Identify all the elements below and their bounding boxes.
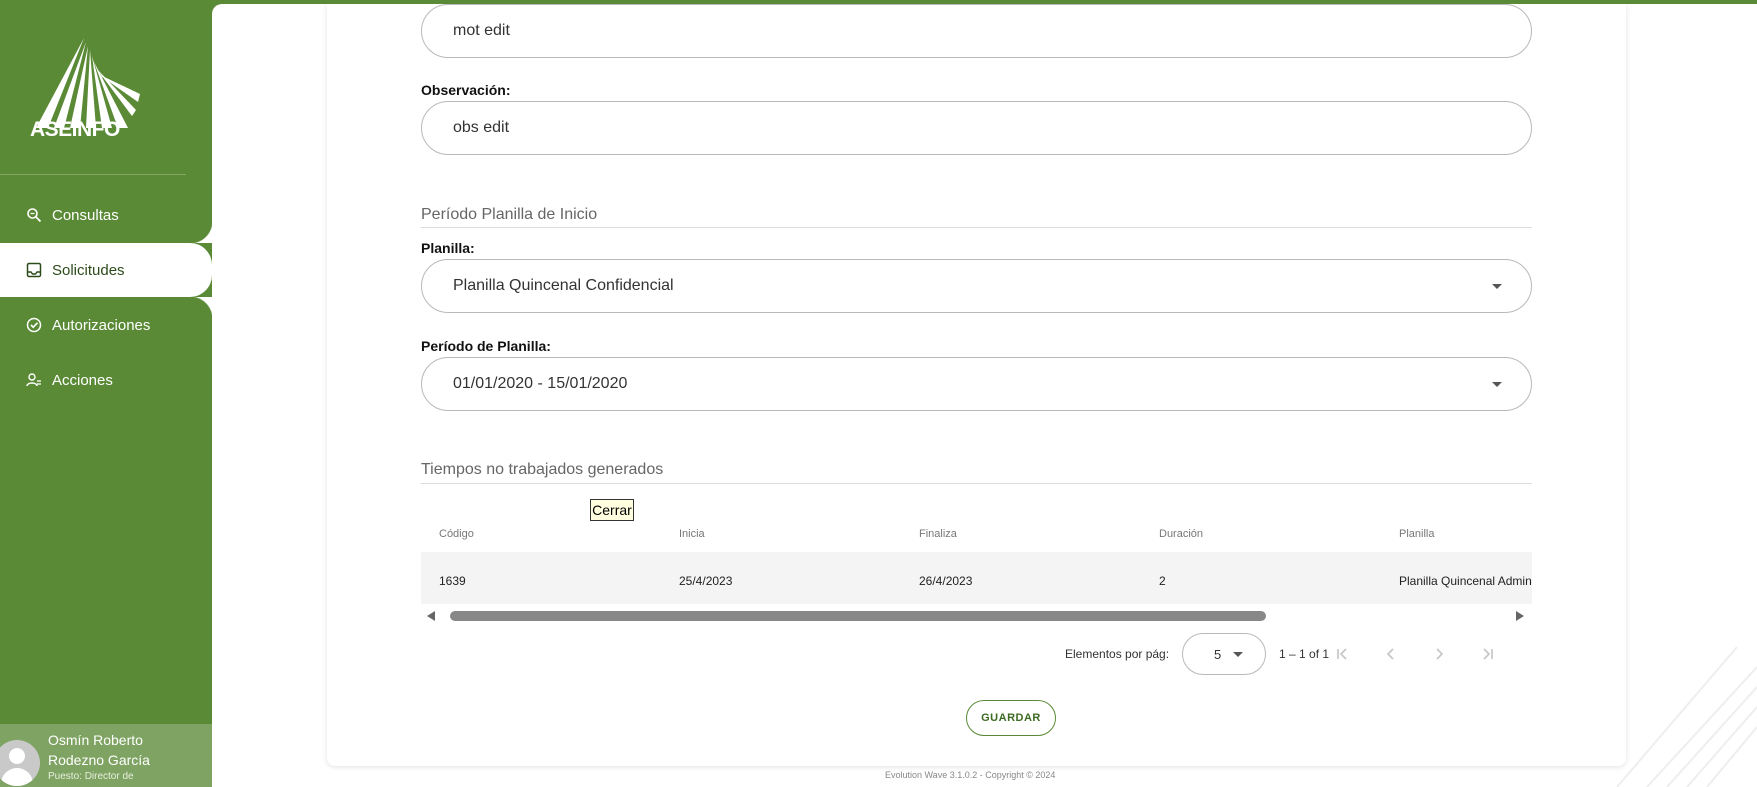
observacion-field[interactable]: obs edit	[421, 101, 1532, 155]
user-name: Osmín Roberto Rodezno García	[48, 732, 150, 768]
scroll-left-arrow-icon[interactable]	[427, 611, 435, 621]
last-page-icon[interactable]	[1474, 641, 1500, 667]
table-cell: 1639	[439, 574, 466, 588]
items-per-page-value: 5	[1214, 646, 1222, 662]
logo-text: ASEINFO	[30, 118, 120, 141]
column-header-finaliza[interactable]: Finaliza	[919, 528, 957, 540]
next-page-icon[interactable]	[1426, 641, 1452, 667]
motivo-field[interactable]: mot edit	[421, 4, 1532, 58]
scrollbar-thumb[interactable]	[450, 611, 1266, 621]
sidebar-item-label: Acciones	[52, 371, 113, 389]
items-per-page-select[interactable]: 5	[1182, 633, 1266, 675]
previous-page-icon[interactable]	[1378, 641, 1404, 667]
chevron-down-icon	[1233, 652, 1243, 657]
sidebar-item-consultas[interactable]: Consultas	[0, 188, 212, 242]
avatar	[0, 740, 40, 786]
save-button[interactable]: GUARDAR	[966, 700, 1056, 736]
table-cell: 25/4/2023	[679, 574, 733, 588]
observacion-value: obs edit	[453, 119, 510, 136]
sidebar-item-autorizaciones[interactable]: Autorizaciones	[0, 298, 212, 352]
form-card: mot edit Observación: obs edit Período P…	[327, 4, 1626, 766]
planilla-label: Planilla:	[421, 240, 475, 256]
sidebar: ASEINFO Consultas Solicitudes Autorizaci…	[0, 0, 212, 787]
motivo-value: mot edit	[453, 22, 510, 39]
table-cell: 2	[1159, 574, 1166, 588]
sidebar-item-label: Solicitudes	[52, 261, 125, 279]
section-title-tiempos: Tiempos no trabajados generados	[421, 461, 664, 478]
column-header-codigo[interactable]: Código	[439, 528, 474, 540]
main-panel: mot edit Observación: obs edit Período P…	[212, 4, 1757, 787]
table-cell: 26/4/2023	[919, 574, 973, 588]
first-page-icon[interactable]	[1330, 641, 1356, 667]
observacion-label: Observación:	[421, 82, 511, 98]
section-divider	[421, 227, 1532, 228]
chevron-down-icon	[1492, 382, 1502, 387]
periodo-label: Período de Planilla:	[421, 338, 551, 354]
close-button[interactable]: Cerrar	[590, 499, 634, 521]
sidebar-item-label: Autorizaciones	[52, 316, 151, 334]
column-header-planilla[interactable]: Planilla	[1399, 528, 1434, 540]
user-role: Puesto: Director de	[48, 771, 134, 782]
pager-range: 1 – 1 of 1	[1279, 647, 1330, 661]
section-divider	[421, 483, 1532, 484]
chevron-down-icon	[1492, 284, 1502, 289]
search-icon	[26, 207, 42, 223]
sidebar-item-solicitudes[interactable]: Solicitudes	[0, 221, 212, 319]
user-settings-icon	[26, 372, 42, 388]
inbox-icon	[26, 262, 42, 278]
table-cell: Planilla Quincenal Admin	[1399, 574, 1532, 588]
user-card[interactable]: Osmín Roberto Rodezno García Puesto: Dir…	[0, 724, 212, 787]
column-header-inicia[interactable]: Inicia	[679, 528, 705, 540]
table-row[interactable]	[421, 552, 1532, 604]
periodo-select[interactable]: 01/01/2020 - 15/01/2020	[421, 357, 1532, 411]
sidebar-item-label: Consultas	[52, 206, 119, 224]
sidebar-item-acciones[interactable]: Acciones	[0, 353, 212, 407]
planilla-select[interactable]: Planilla Quincenal Confidencial	[421, 259, 1532, 313]
sidebar-divider	[0, 174, 186, 175]
column-header-duracion[interactable]: Duración	[1159, 528, 1203, 540]
footer-copyright: Evolution Wave 3.1.0.2 - Copyright © 202…	[885, 770, 1056, 780]
check-circle-icon	[26, 317, 42, 333]
planilla-value: Planilla Quincenal Confidencial	[453, 277, 674, 294]
items-per-page-label: Elementos por pág:	[1065, 647, 1170, 661]
scroll-right-arrow-icon[interactable]	[1516, 611, 1524, 621]
periodo-value: 01/01/2020 - 15/01/2020	[453, 375, 628, 392]
section-title-periodo: Período Planilla de Inicio	[421, 206, 598, 223]
